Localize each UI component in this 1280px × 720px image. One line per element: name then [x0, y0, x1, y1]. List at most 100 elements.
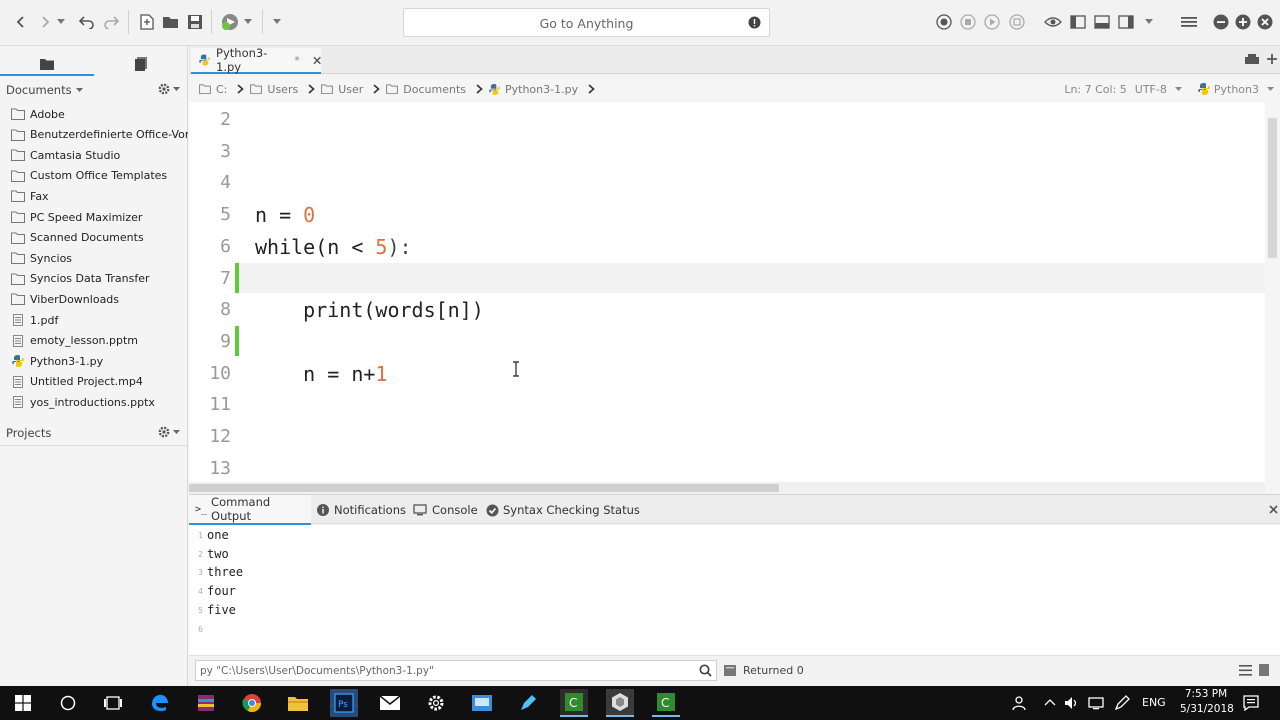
file-item[interactable]: Scanned Documents — [10, 228, 188, 248]
bottom-pane-tabs: >_ Command Output Notifications Console … — [189, 494, 1280, 525]
network-icon[interactable] — [1088, 695, 1104, 711]
camtasia-recorder-icon[interactable]: C — [652, 689, 680, 717]
tab-python3-1-py[interactable]: Python3-1.py * — [191, 46, 321, 74]
projects-section-header[interactable]: Projects — [6, 426, 51, 440]
record-macro-icon[interactable] — [933, 11, 955, 33]
tab-places[interactable] — [0, 52, 94, 76]
camtasia-icon[interactable]: C — [560, 689, 588, 717]
notification-center-icon[interactable] — [1243, 695, 1259, 711]
mail-icon[interactable] — [376, 689, 404, 717]
tab-command-output[interactable]: >_ Command Output — [189, 495, 311, 525]
photoshop-icon[interactable]: Ps — [330, 689, 358, 717]
komodo-edit-icon[interactable] — [606, 689, 634, 717]
settings-gear-icon[interactable] — [422, 689, 450, 717]
file-item[interactable]: Fax — [10, 186, 188, 206]
tab-syntax-checking-status[interactable]: Syntax Checking Status — [486, 495, 640, 525]
file-item[interactable]: PC Speed Maximizer — [10, 207, 188, 227]
stop-macro-icon[interactable] — [957, 11, 979, 33]
search-icon[interactable] — [699, 664, 712, 677]
save-icon[interactable] — [184, 11, 206, 33]
toggle-left-pane-icon[interactable] — [1067, 11, 1089, 33]
alert-icon[interactable] — [748, 16, 761, 29]
projects-settings-gear[interactable] — [158, 426, 180, 438]
debug-go-icon[interactable] — [218, 11, 244, 33]
tab-list-icon[interactable] — [1245, 54, 1259, 64]
documents-settings-gear[interactable] — [158, 83, 180, 95]
preview-eye-icon[interactable] — [1042, 11, 1064, 33]
file-item[interactable]: Benutzerdefinierte Office-Vorl... — [10, 125, 188, 145]
pen-app-icon[interactable] — [514, 689, 542, 717]
close-tab-icon[interactable] — [313, 56, 321, 65]
list-view-icon[interactable] — [1239, 665, 1252, 676]
breadcrumb-item[interactable]: Users — [250, 83, 298, 96]
save-macro-icon[interactable] — [1006, 11, 1028, 33]
history-dropdown-icon[interactable] — [54, 11, 68, 33]
menu-hamburger-icon[interactable] — [1178, 11, 1200, 33]
encoding-selector[interactable]: UTF-8 — [1135, 83, 1167, 96]
toggle-bottom-pane-icon[interactable] — [1091, 11, 1113, 33]
file-item[interactable]: Untitled Project.mp4 — [10, 372, 188, 392]
tab-notifications[interactable]: Notifications — [317, 495, 406, 525]
input-language[interactable]: ENG — [1142, 696, 1166, 709]
winrar-icon[interactable] — [192, 689, 220, 717]
file-item[interactable]: ViberDownloads — [10, 289, 188, 309]
editor-horizontal-scrollbar[interactable] — [189, 482, 1265, 494]
chrome-icon[interactable] — [238, 689, 266, 717]
undo-icon[interactable] — [76, 11, 98, 33]
people-icon[interactable] — [1010, 695, 1026, 711]
toggle-right-pane-icon[interactable] — [1115, 11, 1137, 33]
file-item[interactable]: Camtasia Studio — [10, 145, 188, 165]
scrollbar-thumb[interactable] — [1268, 118, 1277, 258]
command-output[interactable]: 1 one 2 two 3 three 4 four 5 five 6 — [189, 525, 1280, 655]
go-to-anything-box[interactable]: Go to Anything — [403, 8, 770, 37]
tab-open-files[interactable] — [94, 52, 188, 76]
documents-section-header[interactable]: Documents — [6, 83, 83, 97]
maximize-window-icon[interactable] — [1232, 11, 1254, 33]
volume-icon[interactable] — [1064, 695, 1080, 711]
edge-browser-icon[interactable] — [146, 689, 174, 717]
close-pane-icon[interactable] — [1269, 505, 1278, 514]
forward-arrow-icon[interactable] — [34, 11, 56, 33]
file-item[interactable]: 1.pdf — [10, 310, 188, 330]
wrap-toggle-icon[interactable] — [1259, 664, 1269, 676]
tab-console[interactable]: Console — [413, 495, 478, 525]
scrollbar-thumb[interactable] — [189, 484, 779, 492]
open-folder-icon[interactable] — [160, 11, 182, 33]
file-explorer-icon[interactable] — [284, 689, 312, 717]
chevron-up-icon[interactable] — [1044, 698, 1056, 706]
close-window-icon[interactable] — [1254, 11, 1276, 33]
code-editor[interactable]: 2 3 4 5 6 7 8 9 10 11 12 13 n = 0 while(n < 5): pri… — [189, 102, 1265, 482]
clock[interactable]: 7:53 PM 5/31/2018 — [1180, 687, 1234, 717]
presentation-app-icon[interactable] — [468, 689, 496, 717]
command-input[interactable] — [195, 660, 717, 681]
breadcrumb-separator-icon — [588, 84, 595, 94]
file-item[interactable]: Adobe — [10, 104, 188, 124]
breadcrumb-item[interactable]: Documents — [386, 83, 466, 96]
task-view-icon[interactable] — [99, 689, 127, 717]
windows-start-icon[interactable] — [9, 689, 37, 717]
play-macro-icon[interactable] — [981, 11, 1003, 33]
breadcrumb-item[interactable]: C: — [199, 83, 227, 96]
file-item[interactable]: Syncios Data Transfer — [10, 269, 188, 289]
editor-vertical-scrollbar[interactable] — [1265, 102, 1280, 494]
debug-dropdown-icon[interactable] — [242, 11, 254, 33]
pen-ink-icon[interactable] — [1114, 695, 1130, 711]
back-arrow-icon[interactable] — [10, 11, 32, 33]
new-tab-icon[interactable] — [1266, 53, 1278, 65]
file-item[interactable]: emoty_lesson.pptm — [10, 331, 188, 351]
breadcrumb-item[interactable]: User — [321, 83, 363, 96]
search-circle-icon[interactable] — [54, 689, 82, 717]
breadcrumb-separator-icon — [308, 84, 315, 94]
minimize-window-icon[interactable] — [1210, 11, 1232, 33]
redo-icon[interactable] — [100, 11, 122, 33]
tools-dropdown-icon[interactable] — [266, 11, 288, 33]
new-file-icon[interactable] — [136, 11, 158, 33]
language-selector[interactable]: Python3 — [1214, 83, 1259, 96]
breadcrumb-item[interactable]: Python3-1.py — [489, 83, 578, 96]
file-item[interactable]: yos_introductions.pptx — [10, 392, 188, 412]
file-item[interactable]: Custom Office Templates — [10, 166, 188, 186]
file-item[interactable]: Python3-1.py — [10, 351, 188, 371]
stop-process-icon[interactable] — [724, 665, 736, 676]
file-item[interactable]: Syncios — [10, 248, 188, 268]
layout-dropdown-icon[interactable] — [1142, 11, 1156, 33]
